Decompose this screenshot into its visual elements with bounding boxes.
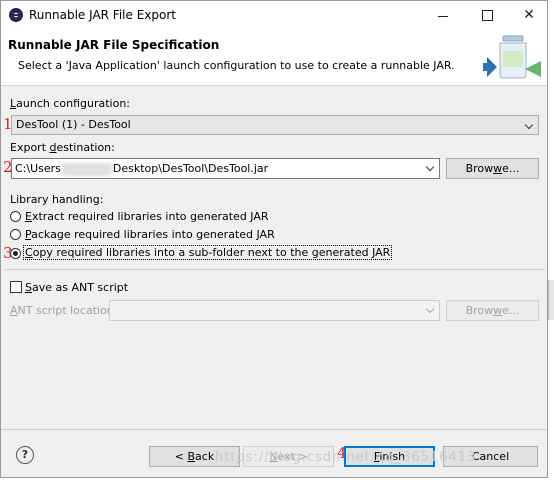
- radio-package[interactable]: [10, 229, 21, 240]
- launch-config-label: Launch configuration:: [10, 97, 131, 110]
- browse-destination-button[interactable]: Browwe...: [446, 158, 539, 179]
- launch-config-value: DesTool (1) - DesTool: [16, 118, 131, 131]
- minimize-icon: [438, 16, 448, 17]
- export-destination-combo[interactable]: C:\Users Desktop\DesTool\DesTool.jar: [11, 158, 440, 179]
- page-title: Runnable JAR File Specification: [8, 38, 220, 52]
- radio-copy-label[interactable]: Copy required libraries into a sub-folde…: [22, 245, 393, 260]
- redacted-username: [61, 162, 112, 176]
- maximize-button[interactable]: [465, 3, 509, 27]
- window-title: Runnable JAR File Export: [29, 8, 176, 22]
- title-bar: Runnable JAR File Export ✕: [1, 1, 547, 29]
- radio-package-label[interactable]: Package required libraries into generate…: [25, 228, 275, 241]
- footer-separator: [1, 429, 547, 430]
- save-ant-label[interactable]: Save as ANT script: [25, 281, 128, 294]
- radio-extract-label[interactable]: Extract required libraries into generate…: [25, 210, 269, 223]
- export-dialog: Runnable JAR File Export ✕ Runnable JAR …: [0, 0, 548, 478]
- maximize-icon: [481, 9, 493, 21]
- back-button[interactable]: < Back: [149, 446, 240, 467]
- eclipse-icon: [9, 8, 23, 22]
- close-icon: ✕: [523, 7, 535, 23]
- radio-copy[interactable]: [10, 248, 21, 259]
- export-path-prefix: C:\Users: [15, 162, 61, 175]
- export-path-suffix: Desktop\DesTool\DesTool.jar: [112, 162, 269, 175]
- page-description: Select a 'Java Application' launch confi…: [18, 59, 455, 72]
- close-button[interactable]: ✕: [507, 3, 551, 27]
- chevron-down-icon: [425, 162, 435, 172]
- background-window-edge: [548, 280, 554, 320]
- finish-button[interactable]: Finish: [344, 446, 435, 467]
- minimize-button[interactable]: [421, 3, 465, 27]
- chevron-down-icon: [524, 120, 534, 130]
- wizard-header: Runnable JAR File Specification Select a…: [1, 29, 547, 86]
- ant-location-label: ANT script location:: [10, 304, 118, 317]
- export-destination-label: Export destination:: [10, 141, 115, 154]
- launch-config-select[interactable]: DesTool (1) - DesTool: [11, 115, 539, 135]
- separator: [5, 269, 545, 270]
- next-button[interactable]: Next >: [243, 446, 334, 467]
- save-ant-checkbox[interactable]: [10, 281, 22, 293]
- browse-ant-button[interactable]: Browwe...: [446, 300, 539, 321]
- ant-location-combo[interactable]: [109, 300, 440, 321]
- help-icon[interactable]: ?: [16, 446, 34, 464]
- jar-export-icon: [483, 35, 541, 79]
- cancel-button[interactable]: Cancel: [443, 446, 538, 467]
- radio-extract[interactable]: [10, 211, 21, 222]
- chevron-down-icon: [425, 304, 435, 314]
- library-handling-label: Library handling:: [10, 193, 104, 206]
